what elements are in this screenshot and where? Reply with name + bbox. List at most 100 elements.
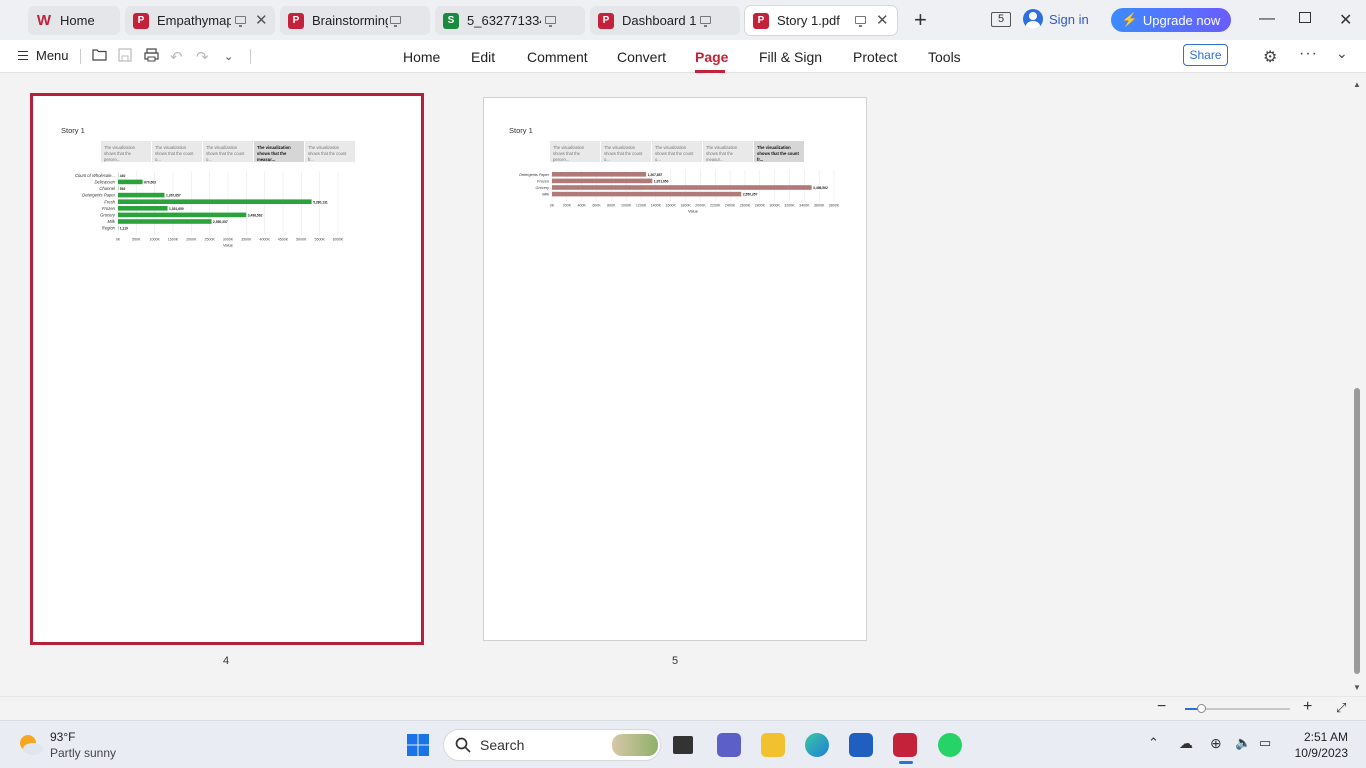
zoom-out-icon[interactable]: − [1157, 698, 1166, 716]
category-label: Detergents Paper [82, 193, 115, 198]
more-icon[interactable]: ··· [1299, 45, 1318, 63]
volume-icon[interactable]: 🔈 [1235, 735, 1251, 751]
close-window-icon[interactable]: ✕ [1339, 10, 1352, 30]
tab-story-pdf[interactable]: P Story 1.pdf ✕ [745, 6, 897, 35]
tab-sheet[interactable]: S 5_6327713349 [435, 6, 585, 35]
zoom-in-icon[interactable]: + [1303, 698, 1312, 716]
data-label: 1,119 [120, 227, 128, 231]
zoom-slider[interactable] [1185, 704, 1290, 713]
monitor-icon [700, 16, 711, 27]
chevron-down-icon[interactable]: ⌄ [224, 50, 233, 63]
nav-page[interactable]: Page [695, 49, 728, 65]
story-caption[interactable]: The visualization shows that the count o… [203, 141, 253, 162]
page-thumbnail-5[interactable]: Story 1 The visualization shows that the… [483, 97, 867, 641]
bar[interactable] [118, 219, 212, 224]
task-view-icon[interactable] [673, 736, 693, 754]
add-tab-button[interactable]: + [914, 9, 927, 31]
story-caption[interactable]: The visualization shows that the measur.… [703, 141, 753, 162]
globe-icon[interactable]: ⊕ [1210, 735, 1222, 752]
nav-protect[interactable]: Protect [853, 49, 897, 65]
microsoft-store-icon[interactable] [849, 733, 873, 757]
page-number: 5 [672, 655, 679, 667]
tab-label: Empathymap [157, 13, 231, 28]
wps-office-icon[interactable] [893, 733, 917, 757]
chevron-up-icon[interactable]: ⌃ [1148, 735, 1159, 751]
nav-comment[interactable]: Comment [527, 49, 588, 65]
nav-tools[interactable]: Tools [928, 49, 961, 65]
tick-label: 2500K [204, 237, 215, 241]
weather-sun-icon[interactable] [16, 731, 43, 757]
bar[interactable] [118, 192, 165, 198]
scroll-down-icon[interactable]: ▼ [1353, 683, 1361, 692]
sign-in-button[interactable]: Sign in [1023, 9, 1089, 29]
tab-empathymap[interactable]: P Empathymap ✕ [125, 6, 275, 35]
tick-label: 3600K [814, 203, 825, 207]
print-icon[interactable] [144, 48, 159, 66]
tick-label: 1400K [651, 203, 662, 207]
close-icon[interactable]: ✕ [255, 13, 268, 28]
bar[interactable] [118, 199, 312, 204]
tab-dashboard[interactable]: P Dashboard 1 [590, 6, 740, 35]
nav-edit[interactable]: Edit [471, 49, 495, 65]
bar[interactable] [552, 191, 742, 197]
data-label: 440 [120, 174, 126, 178]
clock[interactable]: 2:51 AM 10/9/2023 [1282, 729, 1348, 761]
open-folder-icon[interactable] [92, 48, 107, 65]
scrollbar-thumb[interactable] [1354, 388, 1360, 674]
tick-label: 3800K [829, 203, 840, 207]
bar[interactable] [118, 212, 247, 218]
share-button[interactable]: Share [1183, 44, 1228, 66]
file-explorer-icon[interactable] [761, 733, 785, 757]
story-caption[interactable]: The visualization shows that the count o… [601, 141, 651, 162]
upgrade-button[interactable]: ⚡ Upgrade now [1111, 8, 1231, 32]
bar[interactable] [552, 172, 647, 177]
bar[interactable] [118, 206, 168, 211]
whatsapp-icon[interactable] [938, 733, 962, 757]
story-caption-active[interactable]: The visualization shows that the count f… [754, 141, 804, 162]
tab-brainstorming[interactable]: P Brainstorming [280, 6, 430, 35]
fullscreen-icon[interactable]: ⤢ [1336, 700, 1346, 716]
teams-chat-icon[interactable] [717, 733, 741, 757]
bar[interactable] [118, 179, 143, 185]
story-caption[interactable]: The visualization shows that the count f… [305, 141, 355, 162]
edge-browser-icon[interactable] [805, 733, 829, 757]
category-label: Region [102, 226, 116, 231]
tab-home[interactable]: W Home [28, 6, 120, 35]
tab-count-badge[interactable]: 5 [991, 12, 1011, 27]
scroll-up-icon[interactable]: ▲ [1353, 80, 1361, 89]
search-highlight-image [612, 734, 658, 756]
close-icon[interactable]: ✕ [876, 13, 889, 28]
collapse-chevron-icon[interactable]: ⌄ [1336, 45, 1348, 62]
tab-label: Story 1.pdf [777, 13, 840, 28]
restore-icon[interactable] [1299, 12, 1311, 23]
taskbar-search[interactable]: Search [443, 729, 661, 761]
page-thumbnail-4[interactable]: Story 1 The visualization shows that the… [30, 93, 424, 645]
menu-button[interactable]: Menu [18, 48, 69, 63]
bar[interactable] [552, 178, 653, 184]
story-caption[interactable]: The visualization shows that the count o… [152, 141, 202, 162]
story-caption-active[interactable]: The visualization shows that the measur.… [254, 141, 304, 162]
onedrive-icon[interactable]: ☁ [1179, 735, 1193, 752]
pdf-icon: P [133, 12, 149, 29]
tick-label: 5500K [314, 237, 325, 241]
nav-fill-sign[interactable]: Fill & Sign [759, 49, 822, 65]
nav-convert[interactable]: Convert [617, 49, 666, 65]
zoom-slider-knob[interactable] [1196, 704, 1206, 713]
settings-icon[interactable]: ⚙ [1263, 47, 1277, 67]
weather-widget[interactable]: 93°F Partly sunny [50, 729, 116, 761]
bar[interactable] [552, 185, 812, 190]
undo-icon[interactable]: ↶ [170, 48, 183, 66]
tick-label: 800K [607, 203, 616, 207]
temperature: 93°F [50, 730, 76, 744]
save-icon[interactable] [118, 48, 132, 66]
battery-icon[interactable]: ▭ [1259, 735, 1271, 751]
monitor-icon [235, 16, 246, 27]
nav-home[interactable]: Home [403, 49, 440, 65]
windows-start-icon[interactable] [406, 733, 430, 757]
redo-icon[interactable]: ↷ [196, 48, 209, 66]
story-title: Story 1 [61, 126, 85, 135]
story-caption[interactable]: The visualization shows that the percen.… [101, 141, 151, 162]
story-caption[interactable]: The visualization shows that the percen.… [550, 141, 600, 162]
story-caption[interactable]: The visualization shows that the count o… [652, 141, 702, 162]
minimize-icon[interactable]: — [1259, 10, 1275, 28]
